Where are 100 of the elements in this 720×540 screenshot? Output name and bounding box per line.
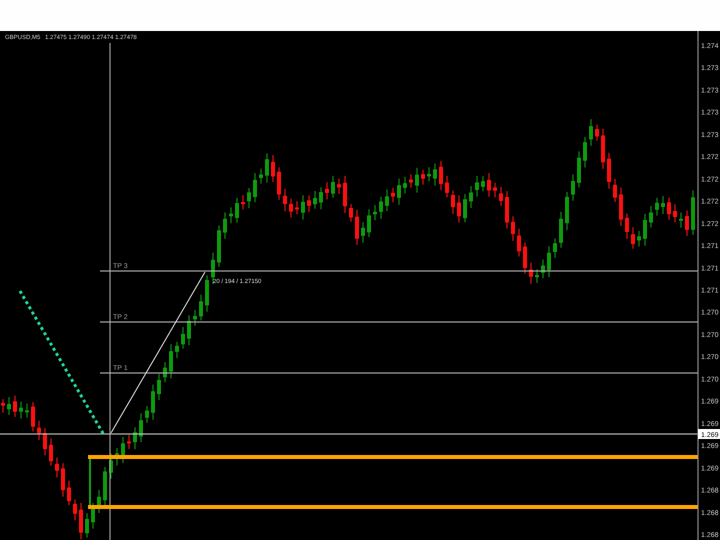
- candlestick: [211, 252, 215, 285]
- candlestick: [505, 190, 509, 230]
- candlestick: [685, 210, 689, 236]
- candlestick: [451, 190, 455, 214]
- candlestick: [607, 152, 611, 190]
- candlestick: [289, 198, 293, 218]
- candlestick: [319, 186, 323, 210]
- candlestick: [601, 128, 605, 170]
- candlestick: [79, 502, 83, 540]
- candlestick: [19, 401, 23, 420]
- candlestick: [283, 188, 287, 212]
- candlestick: [391, 187, 395, 203]
- candlestick: [679, 212, 683, 228]
- candlestick: [25, 403, 29, 418]
- candlestick: [589, 118, 593, 146]
- candlestick: [163, 362, 167, 383]
- candlestick: [43, 428, 47, 456]
- candlestick: [7, 396, 11, 416]
- candlestick: [577, 150, 581, 188]
- candlestick: [373, 204, 377, 221]
- candlestick: [403, 176, 407, 194]
- candlestick: [559, 211, 563, 248]
- candlestick: [193, 309, 197, 326]
- candlestick: [553, 238, 557, 258]
- candlestick: [643, 213, 647, 246]
- candlestick: [61, 462, 65, 498]
- candlestick: [517, 228, 521, 257]
- candlestick: [337, 178, 341, 195]
- candlestick: [565, 191, 569, 231]
- candlestick: [277, 166, 281, 200]
- candlestick: [169, 344, 173, 380]
- candlestick: [307, 194, 311, 213]
- candlestick: [271, 154, 275, 183]
- candlestick: [637, 230, 641, 248]
- candlestick: [91, 502, 95, 530]
- candlestick: [133, 426, 137, 450]
- candlestick: [511, 216, 515, 242]
- candlestick: [457, 195, 461, 224]
- candlestick: [631, 226, 635, 250]
- candlestick: [625, 213, 629, 240]
- candlestick: [181, 326, 185, 350]
- candlestick: [331, 175, 335, 198]
- candlestick: [661, 196, 665, 214]
- candlestick: [475, 176, 479, 198]
- candlestick: [523, 242, 527, 274]
- candlestick: [139, 412, 143, 443]
- candlestick: [433, 163, 437, 186]
- candlestick: [1, 398, 5, 414]
- candlestick: [421, 169, 425, 186]
- candlestick: [499, 186, 503, 206]
- candlestick: [145, 405, 149, 424]
- candlestick: [265, 152, 269, 184]
- candlestick: [493, 182, 497, 198]
- candlestick: [463, 193, 467, 223]
- candlestick: [151, 384, 155, 420]
- candlestick: [481, 176, 485, 192]
- candlestick: [691, 190, 695, 236]
- candlestick: [349, 203, 353, 222]
- candlestick: [325, 182, 329, 200]
- candlestick: [445, 175, 449, 198]
- candlestick: [37, 420, 41, 441]
- candlestick: [49, 438, 53, 466]
- candlestick: [487, 172, 491, 198]
- candlestick: [619, 187, 623, 226]
- candlestick: [361, 222, 365, 244]
- candlestick: [199, 294, 203, 321]
- candlestick: [379, 196, 383, 220]
- candlestick: [313, 190, 317, 210]
- candlestick: [157, 373, 161, 401]
- candlestick: [397, 178, 401, 206]
- candlestick: [547, 246, 551, 278]
- candlestick: [571, 174, 575, 202]
- candlestick: [541, 258, 545, 279]
- candlestick: [529, 262, 533, 284]
- candlestick: [235, 197, 239, 224]
- candlestick: [649, 205, 653, 228]
- candlestick: [613, 178, 617, 202]
- candlestick: [31, 401, 35, 432]
- candlestick: [205, 274, 209, 312]
- candlestick: [355, 209, 359, 246]
- candlestick: [301, 194, 305, 220]
- candlestick: [415, 167, 419, 194]
- candlestick: [367, 208, 371, 238]
- zone-edge-line: [89, 456, 91, 507]
- candlestick: [595, 124, 599, 142]
- candlestick: [73, 498, 77, 521]
- candlestick: [385, 188, 389, 212]
- candlestick: [259, 168, 263, 184]
- candlestick: [55, 457, 59, 478]
- candlestick: [217, 224, 221, 268]
- candlestick: [535, 268, 539, 284]
- candlestick: [187, 314, 191, 346]
- candlestick: [13, 395, 17, 418]
- candlestick: [655, 197, 659, 216]
- candlestick: [175, 341, 179, 359]
- candlestick: [127, 434, 131, 450]
- candlestick: [295, 200, 299, 215]
- candlestick: [427, 166, 431, 182]
- candlestick: [409, 174, 413, 188]
- candlestick: [67, 480, 71, 506]
